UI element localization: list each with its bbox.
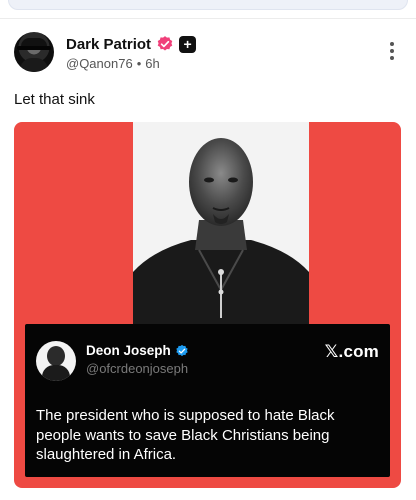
previous-post-edge bbox=[8, 0, 408, 10]
more-options-button[interactable] bbox=[384, 40, 400, 62]
embedded-tweet-name-row: Deon Joseph bbox=[86, 343, 189, 358]
meta-separator: • bbox=[136, 56, 142, 71]
author-avatar[interactable] bbox=[14, 32, 54, 72]
embedded-tweet-avatar bbox=[36, 341, 76, 381]
post-text: Let that sink bbox=[14, 91, 95, 108]
post-header: Dark Patriot + @Qanon76 • 6h bbox=[14, 32, 402, 76]
x-logo-icon: 𝕏.com bbox=[324, 342, 379, 361]
media-card[interactable]: Deon Joseph @ofcrdeonjoseph 𝕏.com The pr… bbox=[14, 122, 401, 488]
person-photo-illustration bbox=[133, 122, 309, 326]
embedded-tweet-text: The president who is supposed to hate Bl… bbox=[36, 407, 335, 463]
person-photo bbox=[133, 122, 309, 326]
embedded-tweet-screenshot: Deon Joseph @ofcrdeonjoseph 𝕏.com The pr… bbox=[25, 324, 390, 477]
author-name-row: Dark Patriot + bbox=[66, 35, 197, 53]
more-vertical-icon bbox=[390, 42, 394, 46]
author-handle[interactable]: @Qanon76 bbox=[66, 56, 133, 71]
feed-divider bbox=[0, 18, 416, 19]
blue-verified-icon bbox=[176, 344, 188, 356]
author-display-name[interactable]: Dark Patriot bbox=[66, 36, 151, 53]
embedded-tweet-handle: @ofcrdeonjoseph bbox=[86, 361, 189, 376]
post-time[interactable]: 6h bbox=[145, 56, 159, 71]
author-meta: @Qanon76 • 6h bbox=[66, 56, 160, 71]
plus-badge-icon: + bbox=[179, 35, 197, 53]
verified-badge-icon bbox=[157, 36, 173, 51]
embedded-tweet-display-name: Deon Joseph bbox=[86, 343, 171, 358]
